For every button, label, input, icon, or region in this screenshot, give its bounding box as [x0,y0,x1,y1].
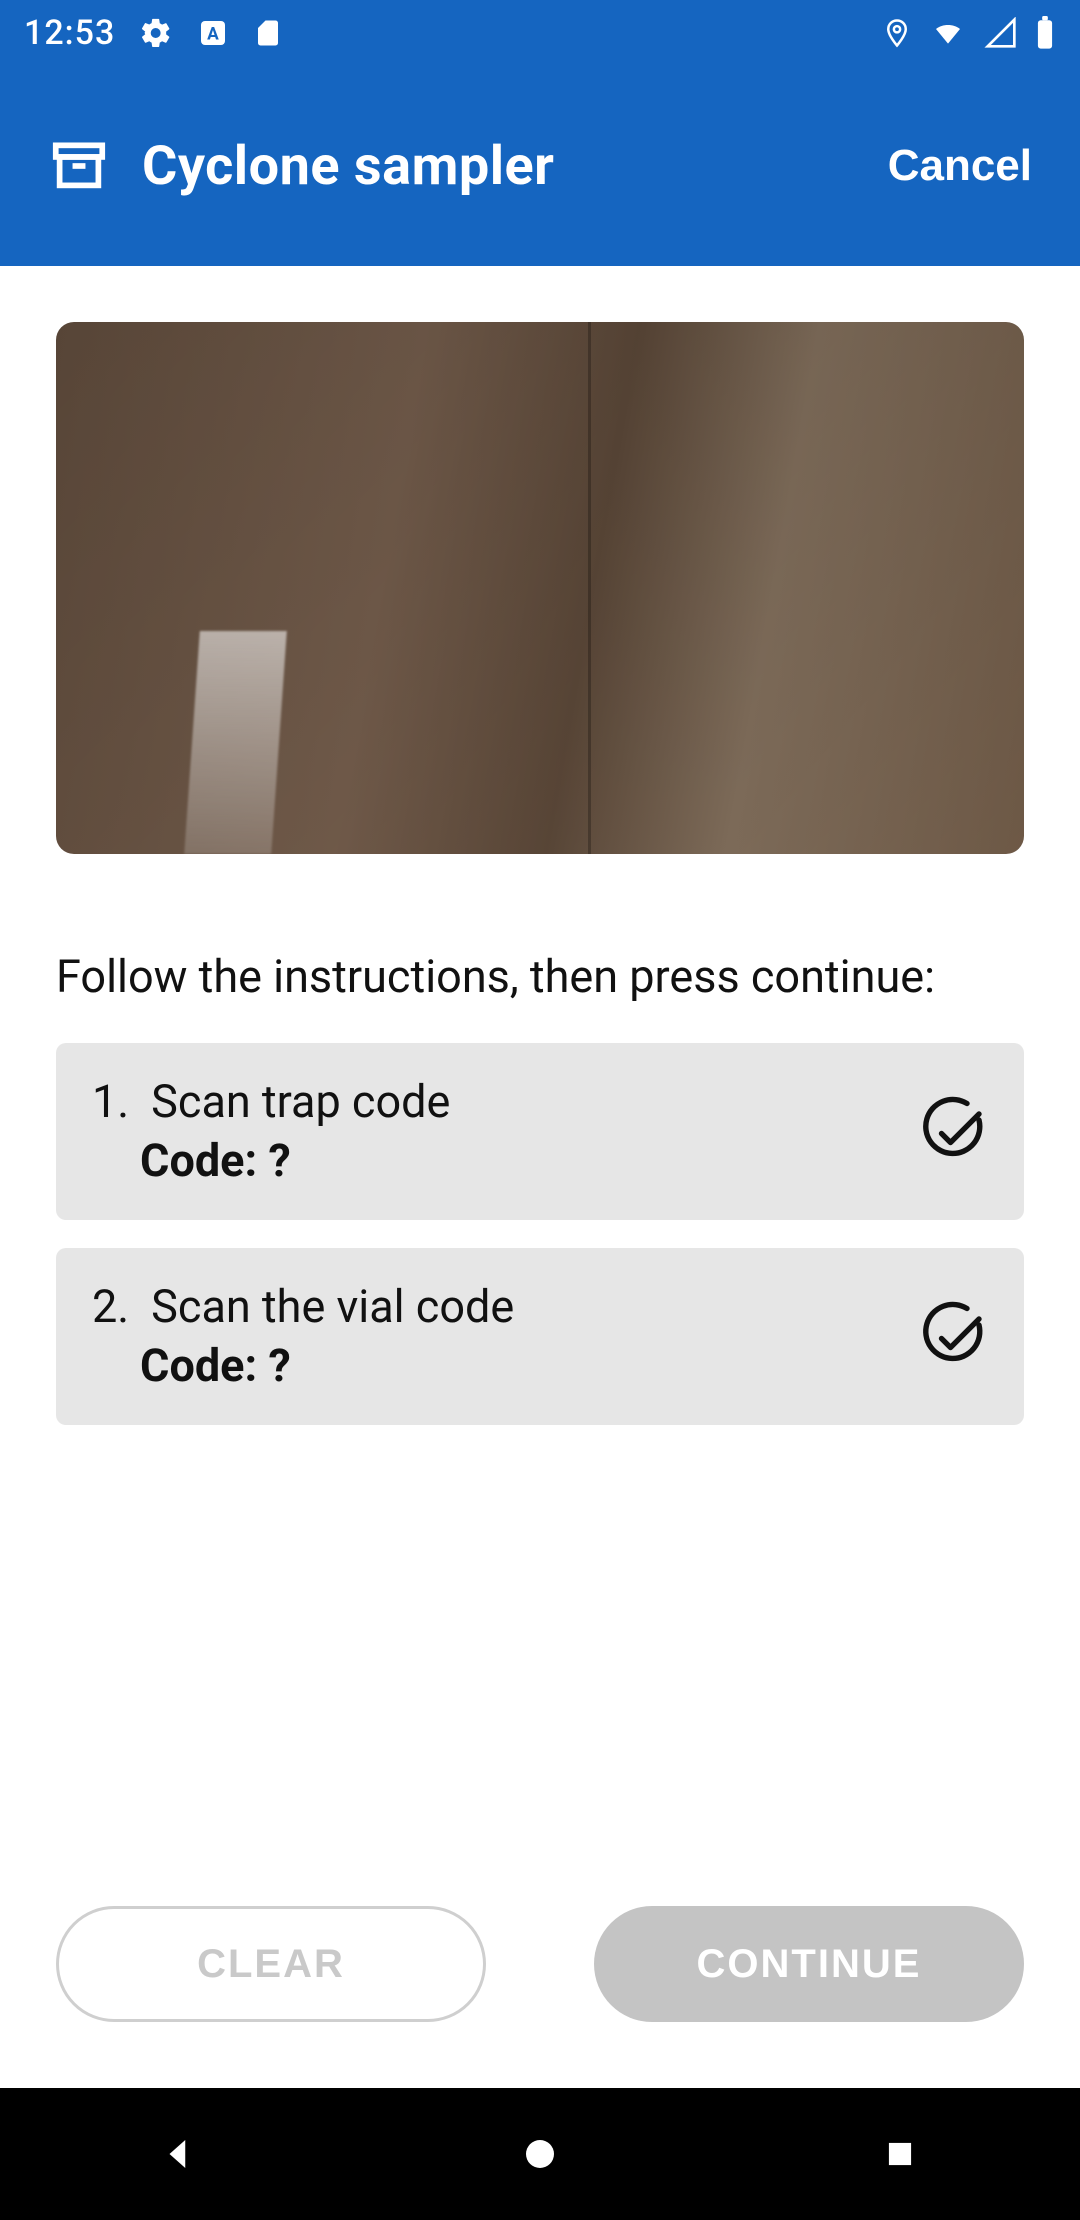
step-number: 2. [92,1278,140,1337]
check-circle-icon [916,1301,988,1373]
step-scan-vial[interactable]: 2. Scan the vial code Code: ? [56,1248,1024,1425]
battery-icon [1034,16,1056,50]
cell-signal-icon [984,17,1018,49]
gear-icon [139,16,173,50]
app-bar-left: Cyclone sampler [48,135,554,198]
instructions-text: Follow the instructions, then press cont… [56,950,1024,1003]
step-title: Scan trap code [151,1075,450,1128]
status-right [882,16,1056,50]
wifi-icon [928,17,968,49]
location-pin-icon [882,16,912,50]
nav-home-button[interactable] [430,2088,650,2220]
step-text: 2. Scan the vial code Code: ? [92,1278,514,1395]
archive-box-icon [48,135,110,197]
continue-button[interactable]: CONTINUE [594,1906,1024,2022]
camera-preview[interactable] [56,322,1024,854]
step-code-value: Code: ? [140,1337,514,1396]
status-time: 12:53 [24,13,115,53]
app-bar: Cyclone sampler Cancel [0,66,1080,266]
check-circle-icon [916,1096,988,1168]
sd-card-icon [253,16,283,50]
step-text: 1. Scan trap code Code: ? [92,1073,450,1190]
nav-recent-button[interactable] [790,2088,1010,2220]
step-code-value: Code: ? [140,1132,450,1191]
nav-back-button[interactable] [70,2088,290,2220]
svg-text:A: A [207,25,219,45]
step-scan-trap[interactable]: 1. Scan trap code Code: ? [56,1043,1024,1220]
status-left: 12:53 A [24,13,283,53]
step-number: 1. [92,1073,140,1132]
cancel-button[interactable]: Cancel [888,141,1032,191]
status-bar: 12:53 A [0,0,1080,66]
step-title: Scan the vial code [151,1280,514,1333]
system-nav-bar [0,2088,1080,2220]
language-icon: A [197,17,229,49]
clear-button[interactable]: CLEAR [56,1906,486,2022]
page-title: Cyclone sampler [142,135,554,198]
bottom-button-row: CLEAR CONTINUE [0,1906,1080,2022]
